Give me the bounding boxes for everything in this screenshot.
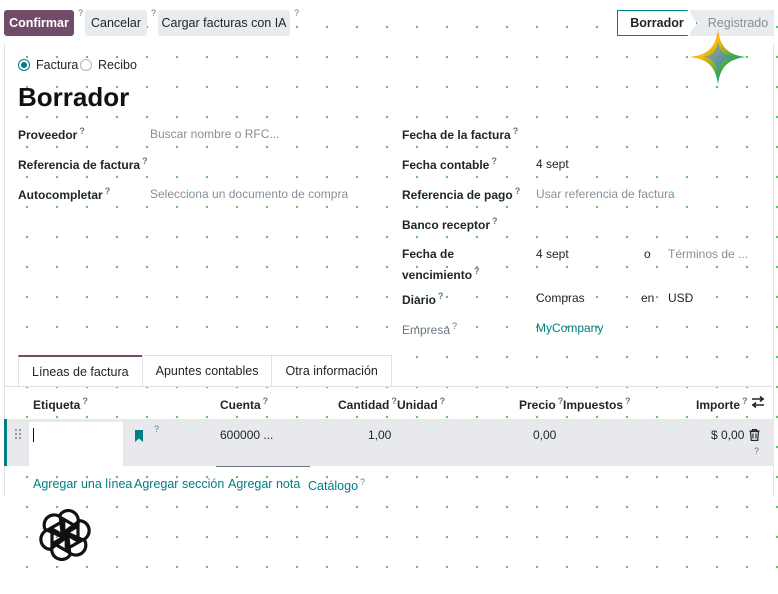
invoice-date-label: Fecha de la factura? xyxy=(402,126,519,142)
col-unit[interactable]: Unidad? xyxy=(397,396,445,412)
company-label: Empresa? xyxy=(402,321,458,337)
help-mark: ? xyxy=(154,424,160,434)
radio-recibo-label: Recibo xyxy=(98,58,137,72)
bank-input[interactable] xyxy=(536,212,736,232)
tabs-divider xyxy=(4,386,774,387)
company-link[interactable]: MyCompany xyxy=(536,321,603,335)
help-mark: ? xyxy=(754,446,760,456)
vendor-input[interactable]: Buscar nombre o RFC... xyxy=(150,127,279,141)
radio-factura[interactable]: Factura xyxy=(18,58,78,72)
tab-journal-items[interactable]: Apuntes contables xyxy=(141,355,273,386)
autocomplete-input[interactable]: Selecciona un documento de compra xyxy=(150,187,348,201)
trash-icon[interactable] xyxy=(749,429,760,441)
upload-ai-button[interactable]: Cargar facturas con IA xyxy=(158,10,290,36)
journal-in-text: en xyxy=(641,291,655,305)
row-account[interactable]: 600000 ... xyxy=(220,428,273,442)
add-section-link[interactable]: Agregar sección xyxy=(134,477,224,491)
col-amount[interactable]: Importe? xyxy=(696,396,748,412)
account-underline xyxy=(216,466,310,467)
invoice-date-input[interactable] xyxy=(536,122,736,142)
radio-factura-label: Factura xyxy=(36,58,79,72)
notebook-tabs: Líneas de factura Apuntes contables Otra… xyxy=(18,355,392,386)
payment-ref-input[interactable]: Usar referencia de factura xyxy=(536,187,675,201)
vendor-label: Proveedor? xyxy=(18,126,85,142)
accounting-date-input[interactable]: 4 sept xyxy=(536,157,569,171)
radio-recibo[interactable]: Recibo xyxy=(80,58,137,72)
tab-other-info[interactable]: Otra información xyxy=(271,355,392,386)
due-or-text: o xyxy=(644,247,651,261)
help-mark: ? xyxy=(151,8,157,18)
catalog-link[interactable]: Catálogo? xyxy=(308,477,365,493)
row-amount: $ 0,00 xyxy=(711,428,745,442)
add-note-link[interactable]: Agregar nota xyxy=(228,477,300,491)
due-date-input[interactable]: 4 sept xyxy=(536,247,569,261)
text-caret xyxy=(33,428,34,442)
payment-terms-input[interactable]: Términos de ... xyxy=(668,247,748,261)
invoice-ref-label: Referencia de factura? xyxy=(18,156,148,172)
drag-handle-icon[interactable] xyxy=(14,428,22,440)
col-account[interactable]: Cuenta? xyxy=(220,396,268,412)
col-taxes[interactable]: Impuestos? xyxy=(563,396,631,412)
payment-ref-label: Referencia de pago? xyxy=(402,186,521,202)
tab-invoice-lines[interactable]: Líneas de factura xyxy=(18,355,143,386)
settings-toggle-icon[interactable] xyxy=(751,396,765,408)
col-label[interactable]: Etiqueta? xyxy=(33,396,88,412)
openai-icon xyxy=(39,509,91,561)
help-mark: ? xyxy=(294,8,300,18)
cancel-button[interactable]: Cancelar xyxy=(85,10,147,36)
radio-unselected-icon xyxy=(80,59,92,71)
bookmark-icon[interactable] xyxy=(134,430,144,442)
invoice-ref-input[interactable] xyxy=(150,152,380,172)
row-quantity[interactable]: 1,00 xyxy=(368,428,391,442)
journal-input[interactable]: Compras xyxy=(536,291,585,305)
label-input[interactable] xyxy=(29,422,123,466)
record-title: Borrador xyxy=(18,82,130,112)
col-quantity[interactable]: Cantidad? xyxy=(338,396,397,412)
autocomplete-label: Autocompletar? xyxy=(18,186,111,202)
radio-selected-icon xyxy=(18,59,30,71)
col-price[interactable]: Precio? xyxy=(519,396,563,412)
help-mark: ? xyxy=(78,8,84,18)
row-price[interactable]: 0,00 xyxy=(533,428,556,442)
due-date-label: Fecha de vencimiento? xyxy=(402,247,480,282)
bank-label: Banco receptor? xyxy=(402,216,498,232)
currency-input[interactable]: USD xyxy=(668,291,693,305)
accounting-date-label: Fecha contable? xyxy=(402,156,497,172)
add-line-link[interactable]: Agregar una línea xyxy=(33,477,132,491)
confirm-button[interactable]: Confirmar xyxy=(4,10,74,36)
journal-label: Diario? xyxy=(402,291,444,307)
status-draft[interactable]: Borrador xyxy=(617,10,697,36)
